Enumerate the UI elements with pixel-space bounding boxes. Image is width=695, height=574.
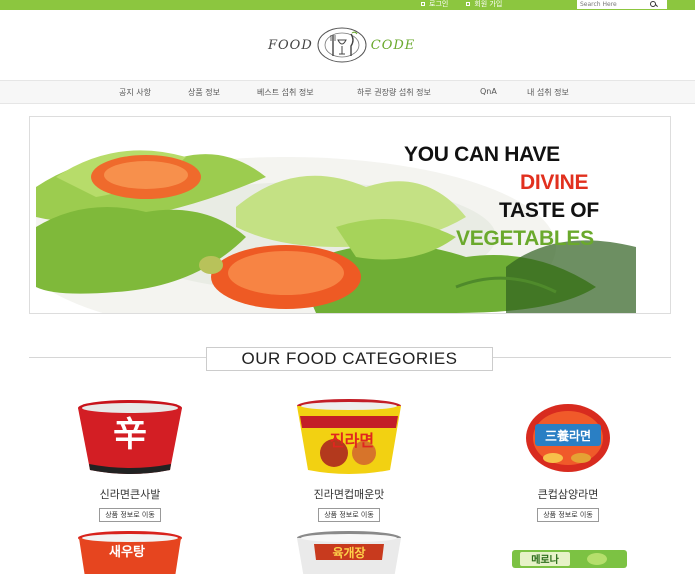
banner-line-4: VEGETABLES bbox=[456, 227, 594, 250]
plate-cutlery-icon bbox=[317, 27, 367, 63]
banner-line-2: DIVINE bbox=[520, 171, 589, 194]
product-name: 진라면컵매운맛 bbox=[313, 488, 385, 501]
product-detail-button[interactable]: 상품 정보로 이동 bbox=[537, 508, 599, 522]
nav-item-products[interactable]: 상품 정보 bbox=[188, 87, 220, 98]
nav-item-best-intake[interactable]: 베스트 섭취 정보 bbox=[257, 87, 314, 98]
product-detail-button[interactable]: 상품 정보로 이동 bbox=[99, 508, 161, 522]
search-input[interactable] bbox=[577, 0, 649, 9]
product-image: 육개장 bbox=[297, 531, 401, 574]
banner-line-3: TASTE OF bbox=[499, 199, 599, 222]
hero-banner: YOU CAN HAVE DIVINE TASTE OF VEGETABLES bbox=[29, 116, 671, 314]
logo-word-food: FOOD bbox=[268, 37, 313, 53]
product-image: 辛 bbox=[78, 400, 182, 474]
product-card-yukgaejang: 육개장 bbox=[294, 530, 404, 574]
banner-line-1: YOU CAN HAVE bbox=[404, 143, 560, 166]
product-name: 신라면큰사발 bbox=[99, 488, 161, 501]
search-box bbox=[577, 0, 667, 9]
login-icon bbox=[421, 2, 425, 6]
section-title: OUR FOOD CATEGORIES bbox=[206, 347, 493, 371]
account-links: 로그인 회원 가입 bbox=[421, 0, 502, 9]
signup-link[interactable]: 회원 가입 bbox=[466, 0, 502, 9]
login-link[interactable]: 로그인 bbox=[421, 0, 448, 9]
banner-headline: YOU CAN HAVE DIVINE TASTE OF VEGETABLES bbox=[404, 141, 599, 253]
product-label-shin: 辛 bbox=[113, 415, 147, 455]
product-label-saeutang: 새우탕 bbox=[109, 544, 145, 560]
product-name: 큰컵삼양라면 bbox=[537, 488, 599, 501]
product-label-melona: 메로나 bbox=[531, 553, 559, 566]
signup-icon bbox=[466, 2, 471, 6]
product-label-yukgaejang: 육개장 bbox=[332, 545, 365, 560]
product-image: 새우탕 bbox=[78, 531, 182, 574]
login-label: 로그인 bbox=[429, 0, 449, 8]
logo-word-code: CODE bbox=[370, 37, 416, 53]
product-label-samyang: 三養라면 bbox=[545, 428, 591, 443]
product-card-shin-ramyun: 辛 신라면큰사발 상품 정보로 이동 bbox=[45, 398, 215, 522]
search-icon[interactable] bbox=[649, 0, 659, 9]
product-card-samyang-ramen: 三養라면 큰컵삼양라면 상품 정보로 이동 bbox=[483, 398, 653, 522]
product-card-jin-ramen: 진라면 진라면컵매운맛 상품 정보로 이동 bbox=[264, 398, 434, 522]
top-bar: 로그인 회원 가입 bbox=[0, 0, 695, 10]
product-image: 진라면 bbox=[297, 399, 401, 474]
signup-label: 회원 가입 bbox=[474, 0, 503, 8]
product-label-jin: 진라면 bbox=[330, 431, 374, 450]
product-card-saeutang: 새우탕 bbox=[75, 530, 185, 574]
product-image: 메로나 bbox=[512, 550, 627, 568]
nav-item-daily-intake[interactable]: 하루 권장량 섭취 정보 bbox=[357, 87, 431, 98]
product-detail-button[interactable]: 상품 정보로 이동 bbox=[318, 508, 380, 522]
site-logo[interactable]: FOOD CODE bbox=[268, 24, 433, 66]
product-card-melona: 메로나 bbox=[512, 548, 627, 574]
nav-item-qna[interactable]: QnA bbox=[480, 87, 497, 96]
product-image: 三養라면 bbox=[526, 404, 610, 472]
nav-item-notice[interactable]: 공지 사항 bbox=[119, 87, 151, 98]
main-nav: 공지 사항 상품 정보 베스트 섭취 정보 하루 권장량 섭취 정보 QnA 내… bbox=[0, 80, 695, 104]
nav-item-my-intake[interactable]: 내 섭취 정보 bbox=[527, 87, 569, 98]
